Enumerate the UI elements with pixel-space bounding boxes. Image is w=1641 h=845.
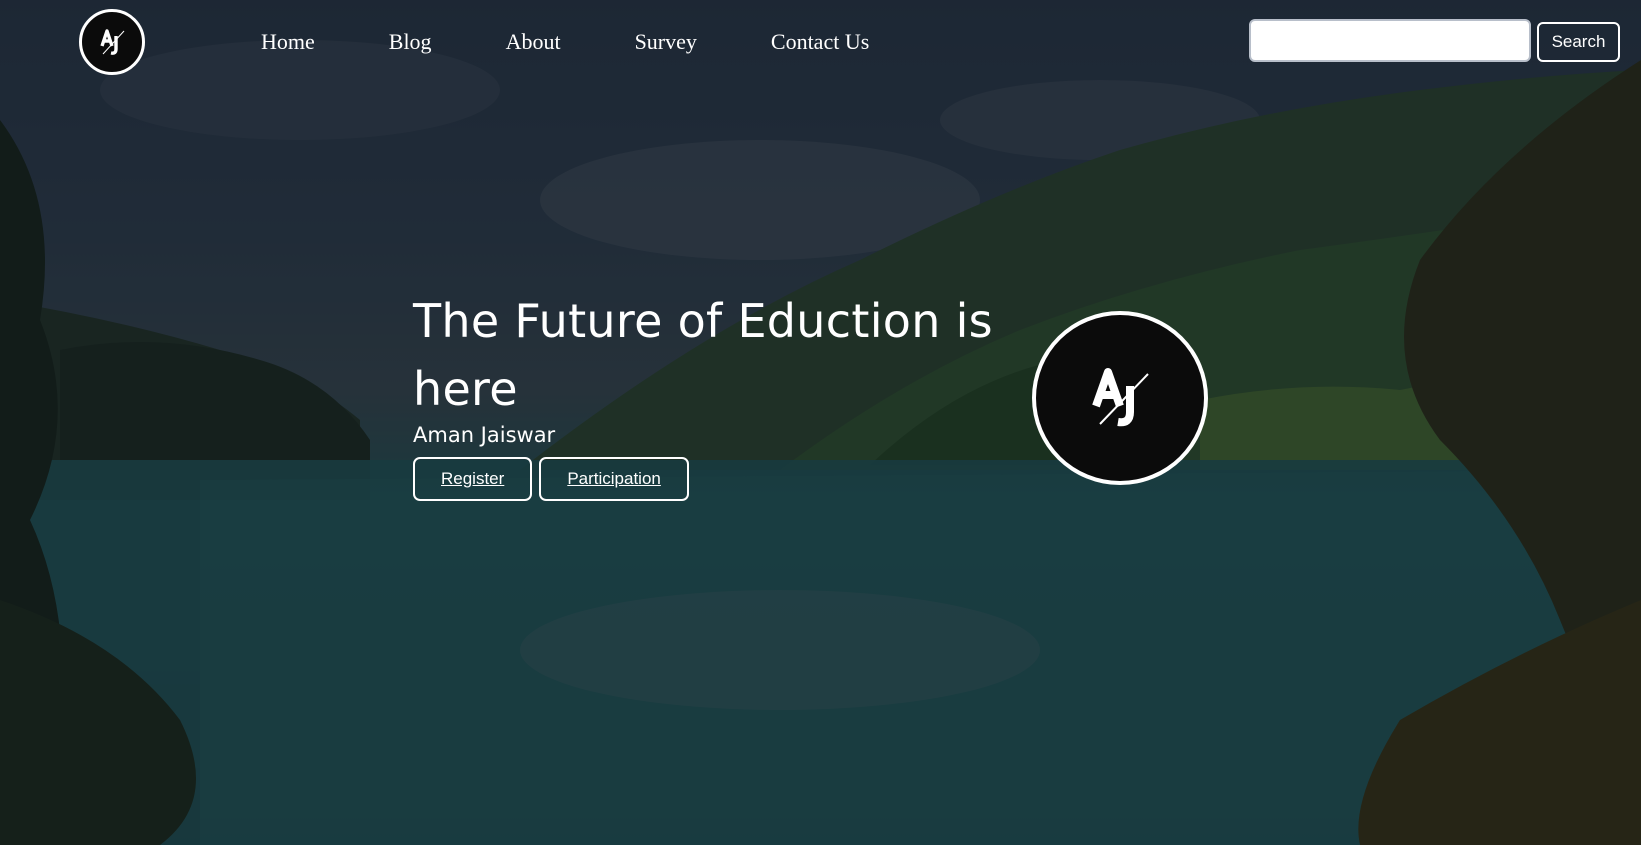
- search-button[interactable]: Search: [1537, 22, 1620, 62]
- hero-logo: [1032, 311, 1208, 485]
- participation-button[interactable]: Participation: [539, 457, 689, 501]
- nav-links: Home Blog About Survey Contact Us: [261, 26, 869, 58]
- nav-link-about[interactable]: About: [506, 26, 561, 58]
- aj-logo-icon: [100, 29, 125, 55]
- aj-logo-large-icon: [1092, 368, 1149, 427]
- hero-title: The Future of Eduction is here: [413, 294, 993, 416]
- nav-link-contact-us[interactable]: Contact Us: [771, 26, 869, 58]
- register-button[interactable]: Register: [413, 457, 533, 501]
- hero-buttons: Register Participation: [413, 457, 1013, 501]
- nav-link-blog[interactable]: Blog: [389, 26, 432, 58]
- search-input[interactable]: [1249, 19, 1531, 62]
- nav-link-home[interactable]: Home: [261, 26, 315, 58]
- hero-section: The Future of Eduction is here Aman Jais…: [413, 287, 1013, 501]
- hero-subtitle: Aman Jaiswar: [413, 423, 556, 447]
- navbar: Home Blog About Survey Contact Us Search: [0, 0, 1641, 85]
- nav-link-survey[interactable]: Survey: [635, 26, 697, 58]
- site-logo[interactable]: [79, 9, 145, 75]
